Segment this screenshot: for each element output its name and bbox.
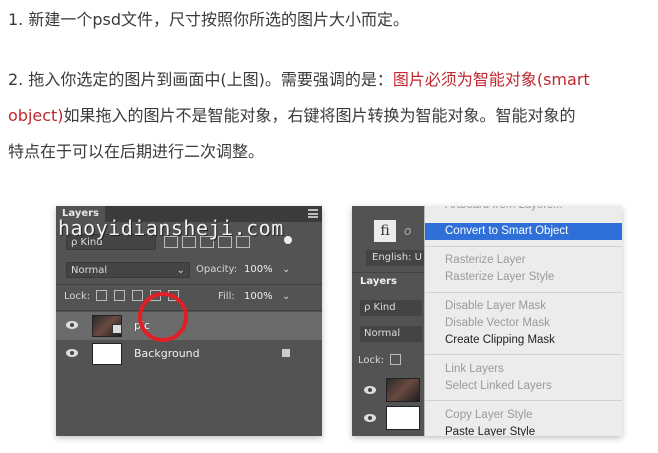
lock-transparent-icon[interactable]: [96, 290, 107, 301]
visibility-eye-icon[interactable]: [364, 386, 376, 394]
context-menu: Artboard from Layers... Convert to Smart…: [424, 206, 622, 436]
opacity-chevron-icon[interactable]: ⌄: [282, 264, 290, 275]
step-1-text: 1. 新建一个psd文件，尺寸按照你所选的图片大小而定。: [8, 10, 410, 29]
layer-thumbnail: [386, 378, 420, 402]
tab-layers[interactable]: Layers: [352, 272, 424, 290]
blend-mode-select[interactable]: Normal: [360, 326, 422, 342]
panel-menu-icon[interactable]: [308, 209, 318, 218]
visibility-eye-icon[interactable]: [66, 321, 78, 329]
menu-item-create-clipping-mask[interactable]: Create Clipping Mask: [425, 332, 622, 349]
fill-label: Fill:: [218, 291, 235, 302]
fill-input[interactable]: 100%: [244, 291, 273, 302]
lock-transparent-icon[interactable]: [390, 354, 401, 365]
watermark: haoyidiansheji.com: [58, 216, 284, 240]
menu-item-convert-to-smart-object[interactable]: Convert to Smart Object: [425, 223, 622, 240]
menu-item-artboard-from-layers[interactable]: Artboard from Layers...: [425, 206, 622, 214]
divider: [56, 284, 322, 285]
step-2-text-post: 如果拖入的图片不是智能对象，右键将图片转换为智能对象。智能对象的: [63, 106, 576, 125]
blend-mode-value: Normal: [71, 265, 108, 276]
menu-item-disable-layer-mask[interactable]: Disable Layer Mask: [425, 298, 622, 315]
menu-item-rasterize-layer[interactable]: Rasterize Layer: [425, 252, 622, 269]
menu-item-rasterize-layer-style[interactable]: Rasterize Layer Style: [425, 269, 622, 286]
kind-filter-select[interactable]: ρ Kind: [360, 300, 422, 316]
visibility-eye-icon[interactable]: [66, 349, 78, 357]
step-2-line-3: 特点在于可以在后期进行二次调整。: [8, 142, 265, 161]
layer-row-pic[interactable]: pic: [56, 312, 322, 340]
layer-name: Background: [134, 347, 200, 360]
oldstyle-glyph-icon[interactable]: o: [404, 224, 411, 238]
panel-empty-area: [56, 368, 322, 436]
step-2-highlight-1: 图片必须为智能对象(smart: [392, 70, 590, 89]
fill-chevron-icon[interactable]: ⌄: [282, 291, 290, 302]
opacity-input[interactable]: 100%: [244, 264, 273, 275]
blend-mode-select[interactable]: Normal ⌄: [66, 262, 190, 278]
menu-separator: [425, 400, 622, 401]
step-2-line-1: 2. 拖入你选定的图片到画面中(上图)。需要强调的是：图片必须为智能对象(sma…: [8, 64, 590, 96]
menu-item-select-linked-layers[interactable]: Select Linked Layers: [425, 378, 622, 395]
layer-row-background[interactable]: Background: [56, 340, 322, 368]
lock-label: Lock:: [64, 291, 91, 302]
divider: [56, 310, 322, 311]
visibility-eye-icon[interactable]: [364, 414, 376, 422]
opacity-label: Opacity:: [196, 264, 238, 275]
lock-label: Lock:: [358, 355, 385, 366]
menu-item-paste-layer-style[interactable]: Paste Layer Style: [425, 424, 622, 436]
layer-lock-icon: [282, 349, 290, 357]
lock-pixels-icon[interactable]: [114, 290, 125, 301]
chevron-down-icon: ⌄: [176, 265, 185, 276]
menu-item-copy-layer-style[interactable]: Copy Layer Style: [425, 407, 622, 424]
filter-toggle-icon[interactable]: [284, 236, 292, 244]
menu-separator: [425, 354, 622, 355]
context-menu-screenshot: fi o English: U Layers ρ Kind Normal Loc…: [352, 206, 622, 436]
menu-separator: [425, 246, 622, 247]
step-2-line-2: object)如果拖入的图片不是智能对象，右键将图片转换为智能对象。智能对象的: [8, 100, 576, 132]
step-2-highlight-2: object): [8, 106, 64, 125]
highlight-circle: [138, 292, 188, 342]
menu-item-link-layers[interactable]: Link Layers: [425, 361, 622, 378]
layers-panel-screenshot: Layers ρ Kind haoyidiansheji.com Normal …: [56, 206, 322, 436]
layer-thumbnail: [92, 343, 122, 365]
smart-object-badge-icon: [112, 324, 122, 334]
layer-thumbnail: [386, 406, 420, 430]
ligature-button[interactable]: fi: [374, 220, 396, 242]
menu-separator: [425, 292, 622, 293]
menu-item-disable-vector-mask[interactable]: Disable Vector Mask: [425, 315, 622, 332]
lock-position-icon[interactable]: [132, 290, 143, 301]
step-2-text-pre: 2. 拖入你选定的图片到画面中(上图)。需要强调的是：: [8, 70, 393, 89]
